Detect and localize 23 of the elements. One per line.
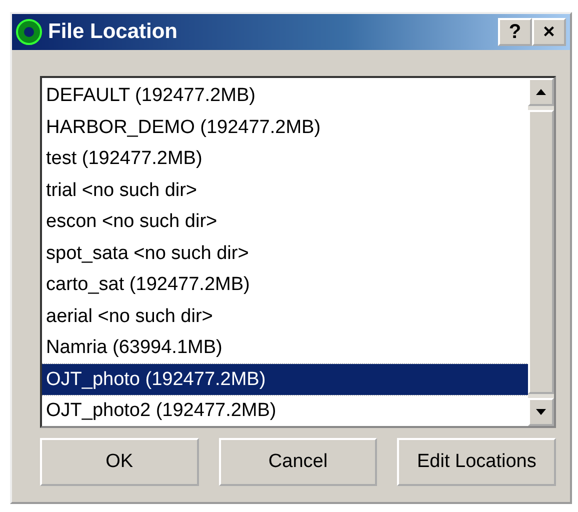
list-item[interactable]: trial <no such dir> <box>42 174 528 206</box>
list-item[interactable]: OJT_photo2 (192477.2MB) <box>42 395 528 426</box>
list-item[interactable]: escon <no such dir> <box>42 206 528 238</box>
list-item[interactable]: HARBOR_DEMO (192477.2MB) <box>42 112 528 143</box>
list-item[interactable]: OJT_photo (192477.2MB) <box>42 364 528 395</box>
ok-button[interactable]: OK <box>40 438 199 486</box>
list-item[interactable]: spot_sata <no such dir> <box>42 238 528 269</box>
help-button[interactable]: ? <box>498 18 532 46</box>
scroll-down-button[interactable] <box>528 398 554 426</box>
close-button[interactable]: × <box>532 18 566 46</box>
scroll-up-button[interactable] <box>528 78 554 106</box>
list-item[interactable]: DEFAULT (192477.2MB) <box>42 80 528 112</box>
window-title: File Location <box>48 19 179 46</box>
edit-locations-button[interactable]: Edit Locations <box>397 438 556 486</box>
up-arrow-icon <box>536 89 546 95</box>
scroll-thumb[interactable] <box>528 110 554 394</box>
list-item[interactable]: aerial <no such dir> <box>42 300 528 332</box>
list-item[interactable]: test (192477.2MB) <box>42 143 528 174</box>
scrollbar[interactable] <box>528 78 554 426</box>
down-arrow-icon <box>536 409 546 415</box>
cancel-button[interactable]: Cancel <box>218 438 378 486</box>
list-item[interactable]: Namria (63994.1MB) <box>42 332 528 364</box>
list-item[interactable]: carto_sat (192477.2MB) <box>42 269 528 300</box>
